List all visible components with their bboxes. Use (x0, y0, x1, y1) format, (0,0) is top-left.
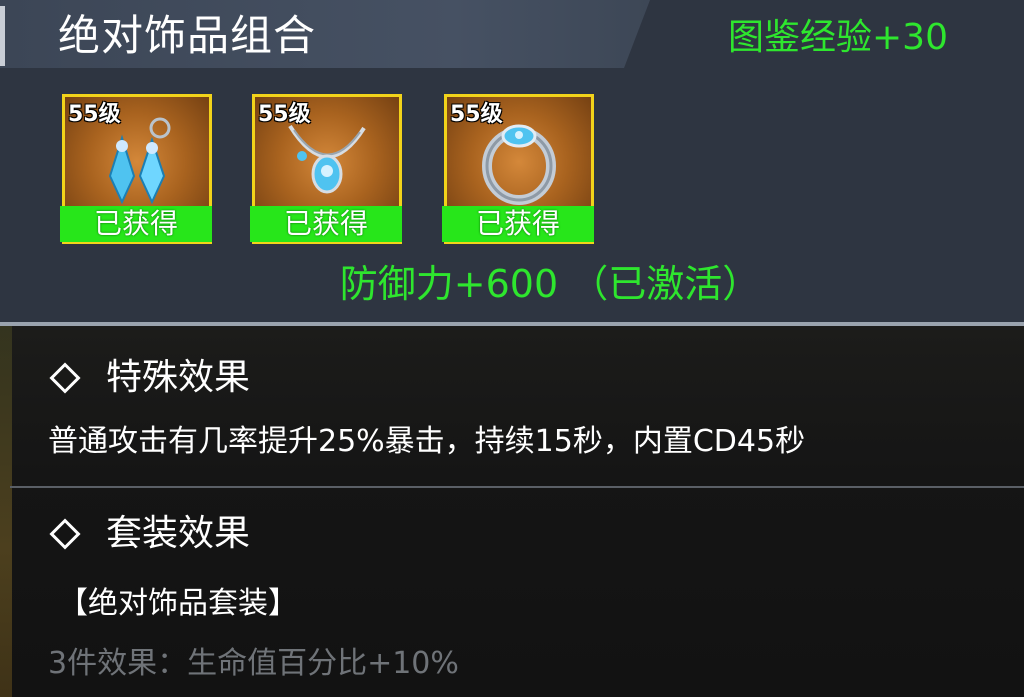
set-name: 【绝对饰品套装】 (58, 586, 298, 621)
item-status-obtained: 已获得 (250, 206, 402, 242)
collection-exp-bonus: 图鉴经验+30 (728, 17, 948, 58)
item-level-badge: 55级 (68, 102, 121, 127)
section-divider (10, 486, 1024, 488)
special-effect-description: 普通攻击有几率提升25%暴击，持续15秒，内置CD45秒 (48, 424, 806, 459)
special-effect-title: 特殊效果 (106, 357, 251, 398)
item-level-badge: 55级 (450, 102, 503, 127)
item-slot-ring[interactable]: 55级 已获得 (442, 94, 594, 244)
set-effect-title: 套装效果 (106, 513, 251, 554)
item-status-obtained: 已获得 (60, 206, 212, 242)
item-level-badge: 55级 (258, 102, 311, 127)
item-slot-necklace[interactable]: 55级 已获得 (250, 94, 402, 244)
background-glow (0, 326, 12, 697)
title-accent (0, 6, 5, 66)
earrings-icon (108, 117, 171, 205)
item-slot-earrings[interactable]: 55级 已获得 (60, 94, 212, 244)
ring-icon (482, 124, 556, 205)
combo-bonus-activated: 防御力+600 （已激活） (339, 262, 761, 306)
necklace-icon (288, 124, 366, 194)
item-status-obtained: 已获得 (442, 206, 594, 242)
set-effect-tier-3: 3件效果：生命值百分比+10% (48, 646, 459, 681)
combo-title: 绝对饰品组合 (58, 11, 317, 60)
